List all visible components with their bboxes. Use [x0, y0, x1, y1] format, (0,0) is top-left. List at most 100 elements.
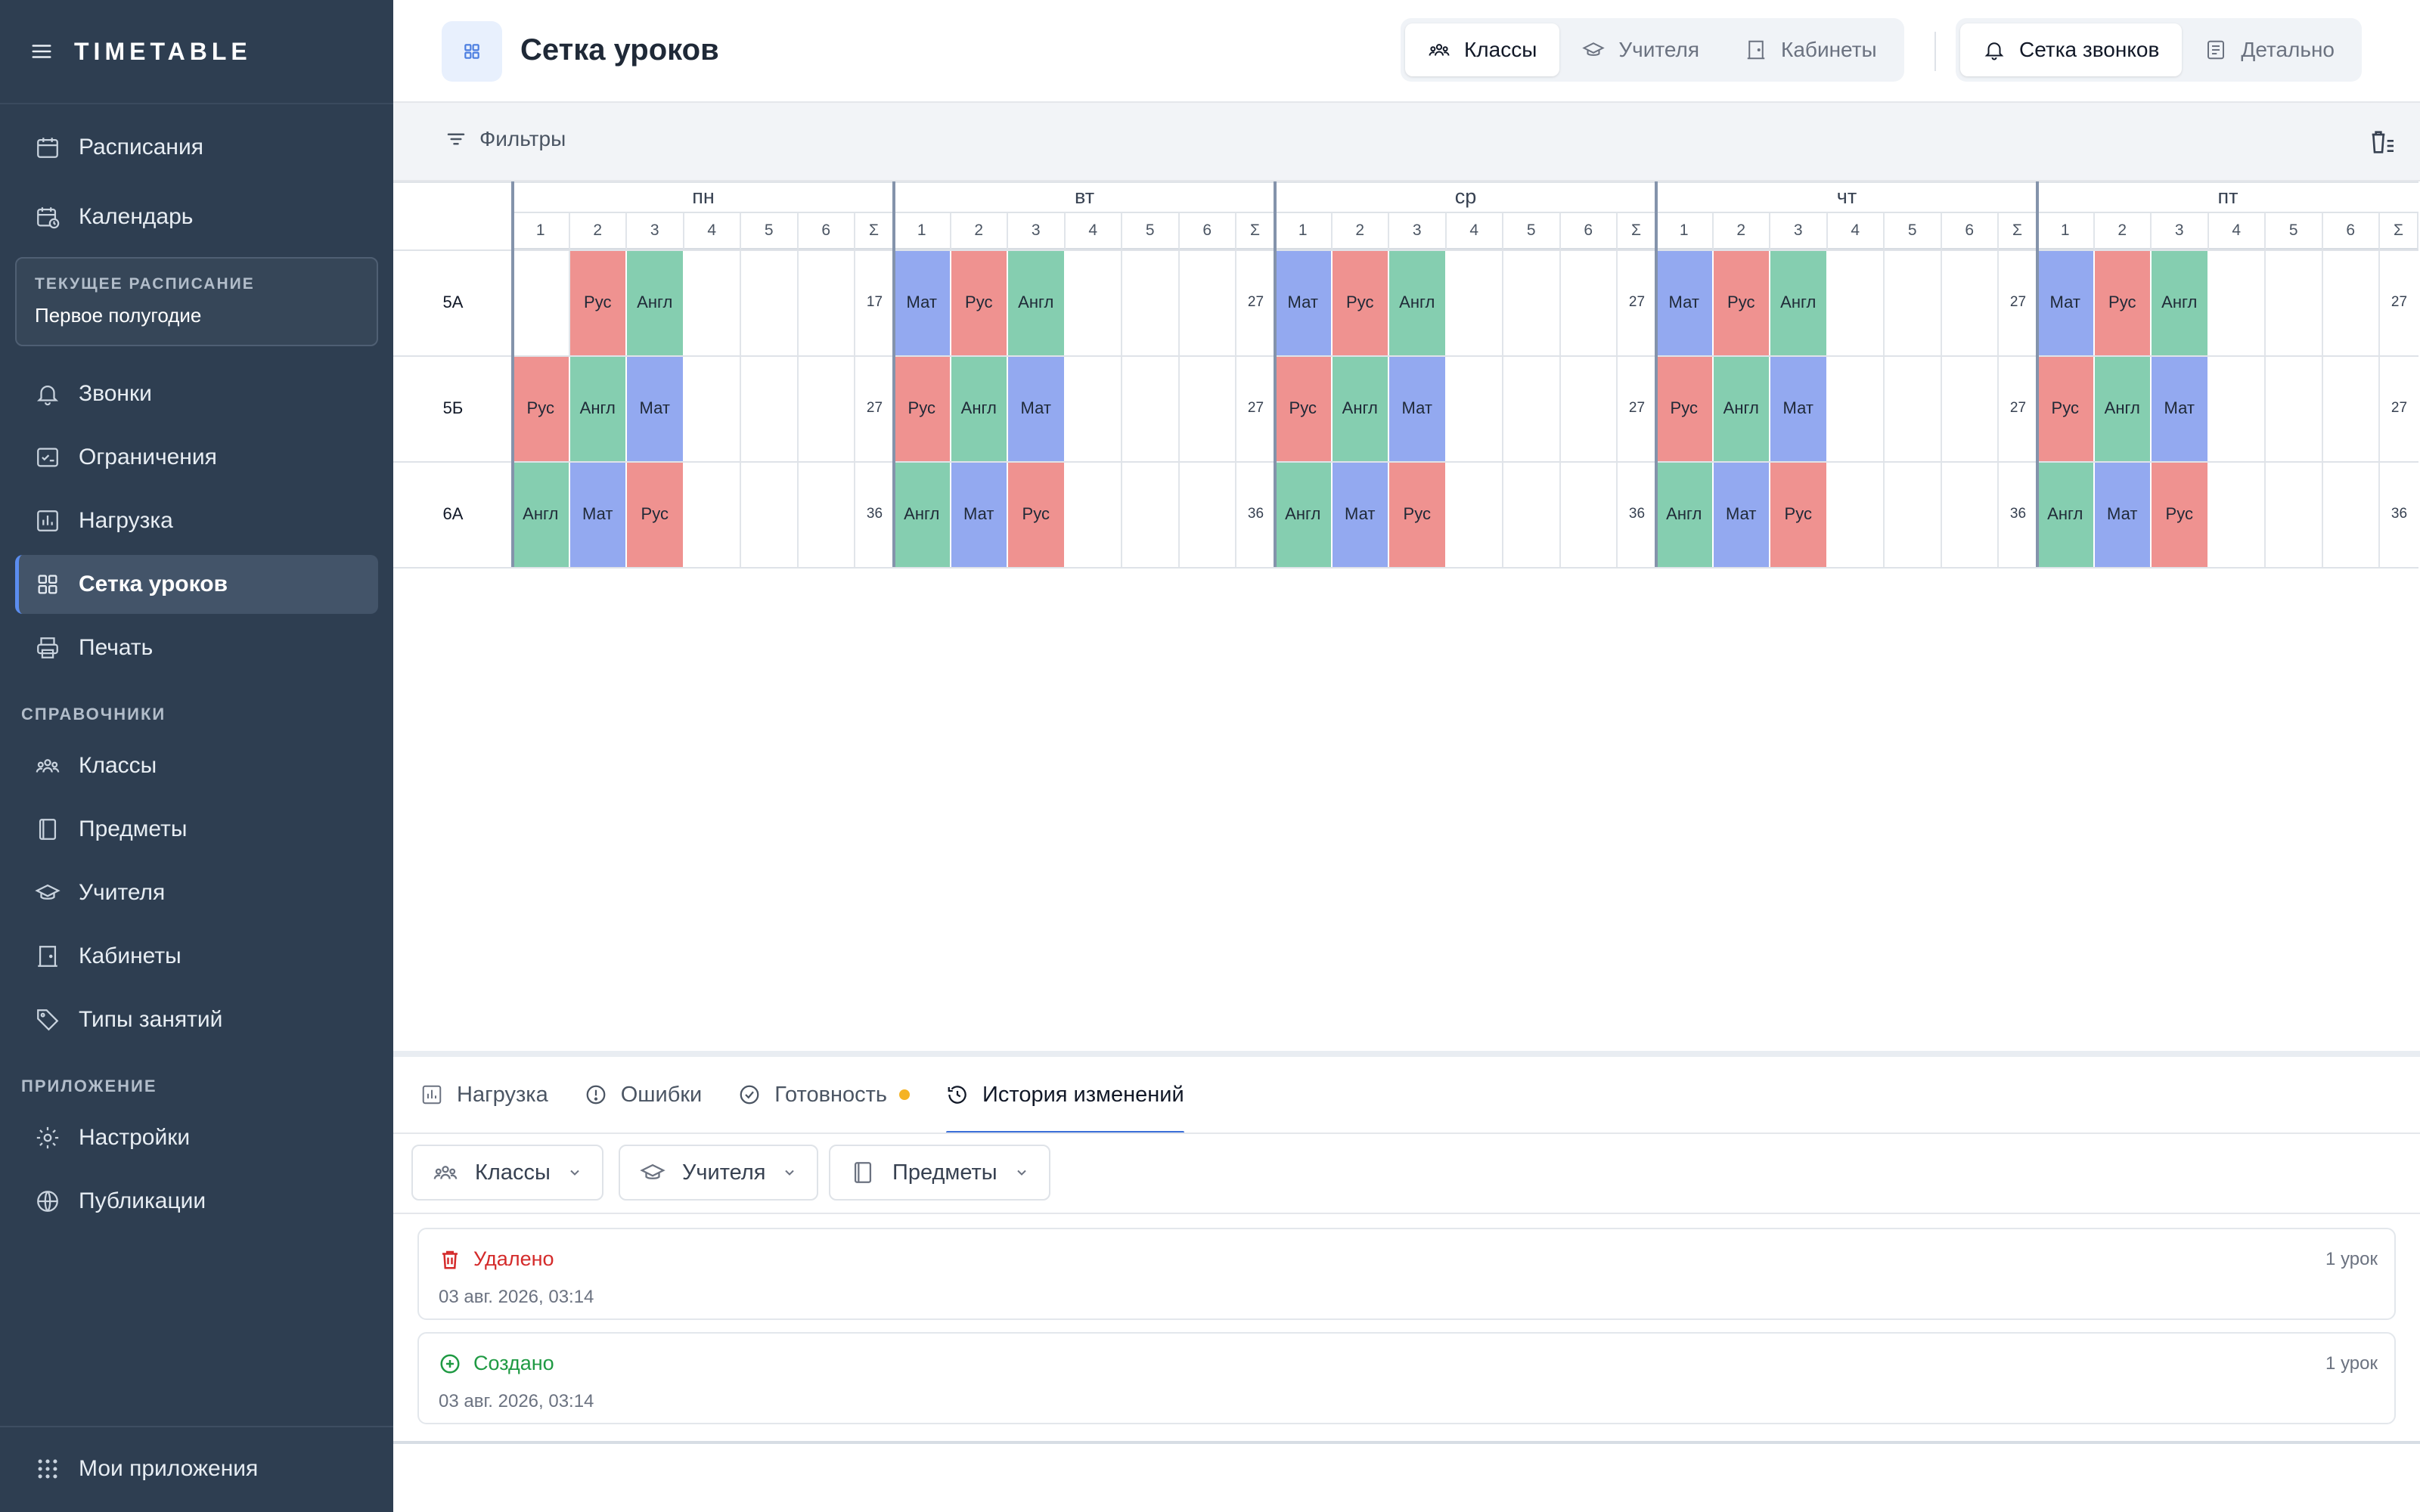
lesson-cell[interactable]: Рус	[1389, 461, 1447, 567]
lesson-cell[interactable]: Рус	[1713, 249, 1770, 355]
lesson-cell[interactable]: Рус	[1656, 355, 1714, 461]
empty-slot[interactable]	[1122, 355, 1180, 461]
empty-slot[interactable]	[2266, 249, 2323, 355]
clear-grid-icon[interactable]	[2367, 127, 2397, 157]
lesson-cell[interactable]: Англ	[2152, 249, 2209, 355]
sidebar-item-constraints[interactable]: Ограничения	[15, 428, 378, 487]
tab-errors[interactable]: Ошибки	[585, 1057, 702, 1132]
empty-slot[interactable]	[2323, 461, 2380, 567]
sidebar-item-publications[interactable]: Публикации	[15, 1172, 378, 1231]
tab-teachers[interactable]: Учителя	[1559, 23, 1722, 76]
empty-slot[interactable]	[513, 249, 570, 355]
lesson-cell[interactable]: Мат	[951, 461, 1008, 567]
lesson-cell[interactable]: Рус	[2152, 461, 2209, 567]
empty-slot[interactable]	[2323, 249, 2380, 355]
lesson-cell[interactable]: Рус	[1770, 461, 1828, 567]
sidebar-item-lesson-types[interactable]: Типы занятий	[15, 990, 378, 1049]
sidebar-item-rooms[interactable]: Кабинеты	[15, 927, 378, 986]
lesson-cell[interactable]: Англ	[1008, 249, 1066, 355]
lesson-cell[interactable]: Мат	[1656, 249, 1714, 355]
empty-slot[interactable]	[2266, 461, 2323, 567]
lesson-cell[interactable]: Мат	[569, 461, 627, 567]
empty-slot[interactable]	[1122, 461, 1180, 567]
lesson-cell[interactable]: Англ	[627, 249, 684, 355]
lesson-cell[interactable]: Рус	[1275, 355, 1333, 461]
empty-slot[interactable]	[1447, 355, 1503, 461]
lesson-cell[interactable]: Англ	[2094, 355, 2152, 461]
lesson-cell[interactable]: Мат	[894, 249, 951, 355]
empty-slot[interactable]	[1447, 461, 1503, 567]
teachers-dropdown[interactable]: Учителя	[619, 1145, 819, 1201]
empty-slot[interactable]	[1503, 355, 1561, 461]
lesson-cell[interactable]: Рус	[2037, 355, 2095, 461]
empty-slot[interactable]	[799, 249, 855, 355]
empty-slot[interactable]	[684, 461, 741, 567]
empty-slot[interactable]	[684, 249, 741, 355]
history-entry[interactable]: Создано 03 авг. 2026, 03:14 1 урок	[417, 1332, 2396, 1424]
empty-slot[interactable]	[1180, 355, 1236, 461]
empty-slot[interactable]	[1561, 461, 1618, 567]
empty-slot[interactable]	[1066, 461, 1122, 567]
lesson-cell[interactable]: Англ	[1656, 461, 1714, 567]
empty-slot[interactable]	[1122, 249, 1180, 355]
empty-slot[interactable]	[1503, 249, 1561, 355]
lesson-cell[interactable]: Мат	[1713, 461, 1770, 567]
empty-slot[interactable]	[1942, 249, 1999, 355]
empty-slot[interactable]	[741, 249, 799, 355]
tab-history[interactable]: История изменений	[946, 1057, 1184, 1134]
classes-dropdown[interactable]: Классы	[411, 1145, 603, 1201]
empty-slot[interactable]	[684, 355, 741, 461]
empty-slot[interactable]	[1180, 461, 1236, 567]
lesson-cell[interactable]: Англ	[1770, 249, 1828, 355]
tab-detailed[interactable]: Детально	[2182, 23, 2357, 76]
lesson-cell[interactable]: Мат	[2152, 355, 2209, 461]
tab-rooms[interactable]: Кабинеты	[1722, 23, 1900, 76]
empty-slot[interactable]	[1561, 355, 1618, 461]
empty-slot[interactable]	[1828, 355, 1885, 461]
tab-bell-grid[interactable]: Сетка звонков	[1960, 23, 2183, 76]
lesson-cell[interactable]: Мат	[2037, 249, 2095, 355]
tab-classes[interactable]: Классы	[1405, 23, 1560, 76]
empty-slot[interactable]	[1885, 249, 1942, 355]
empty-slot[interactable]	[2209, 461, 2266, 567]
lesson-cell[interactable]: Мат	[1770, 355, 1828, 461]
empty-slot[interactable]	[741, 355, 799, 461]
sidebar-item-settings[interactable]: Настройки	[15, 1108, 378, 1167]
lesson-cell[interactable]: Мат	[1275, 249, 1333, 355]
sidebar-item-my-apps[interactable]: Мои приложения	[15, 1439, 378, 1498]
lesson-cell[interactable]: Мат	[1008, 355, 1066, 461]
lesson-cell[interactable]: Рус	[1008, 461, 1066, 567]
sidebar-item-calendar[interactable]: Календарь	[15, 187, 378, 246]
lesson-cell[interactable]: Англ	[513, 461, 570, 567]
class-row-label[interactable]: 6А	[393, 461, 513, 567]
empty-slot[interactable]	[2266, 355, 2323, 461]
subjects-dropdown[interactable]: Предметы	[829, 1145, 1050, 1201]
empty-slot[interactable]	[1447, 249, 1503, 355]
lesson-cell[interactable]: Рус	[2094, 249, 2152, 355]
empty-slot[interactable]	[1885, 461, 1942, 567]
sidebar-item-lesson-grid[interactable]: Сетка уроков	[15, 555, 378, 614]
empty-slot[interactable]	[1066, 355, 1122, 461]
sidebar-item-bells[interactable]: Звонки	[15, 364, 378, 423]
lesson-cell[interactable]: Мат	[627, 355, 684, 461]
empty-slot[interactable]	[1828, 249, 1885, 355]
lesson-cell[interactable]: Рус	[569, 249, 627, 355]
lesson-cell[interactable]: Рус	[627, 461, 684, 567]
lesson-cell[interactable]: Рус	[513, 355, 570, 461]
menu-icon[interactable]	[30, 40, 53, 63]
lesson-cell[interactable]: Мат	[2094, 461, 2152, 567]
filters-button[interactable]: Фильтры	[445, 127, 566, 151]
tab-load[interactable]: Нагрузка	[420, 1057, 548, 1132]
class-row-label[interactable]: 5Б	[393, 355, 513, 461]
lesson-cell[interactable]: Мат	[1332, 461, 1389, 567]
lesson-cell[interactable]: Англ	[1275, 461, 1333, 567]
sidebar-item-load[interactable]: Нагрузка	[15, 491, 378, 550]
lesson-cell[interactable]: Англ	[894, 461, 951, 567]
lesson-cell[interactable]: Англ	[1713, 355, 1770, 461]
empty-slot[interactable]	[1561, 249, 1618, 355]
lesson-cell[interactable]: Англ	[1332, 355, 1389, 461]
sidebar-item-subjects[interactable]: Предметы	[15, 800, 378, 859]
empty-slot[interactable]	[1180, 249, 1236, 355]
empty-slot[interactable]	[2209, 355, 2266, 461]
empty-slot[interactable]	[1828, 461, 1885, 567]
